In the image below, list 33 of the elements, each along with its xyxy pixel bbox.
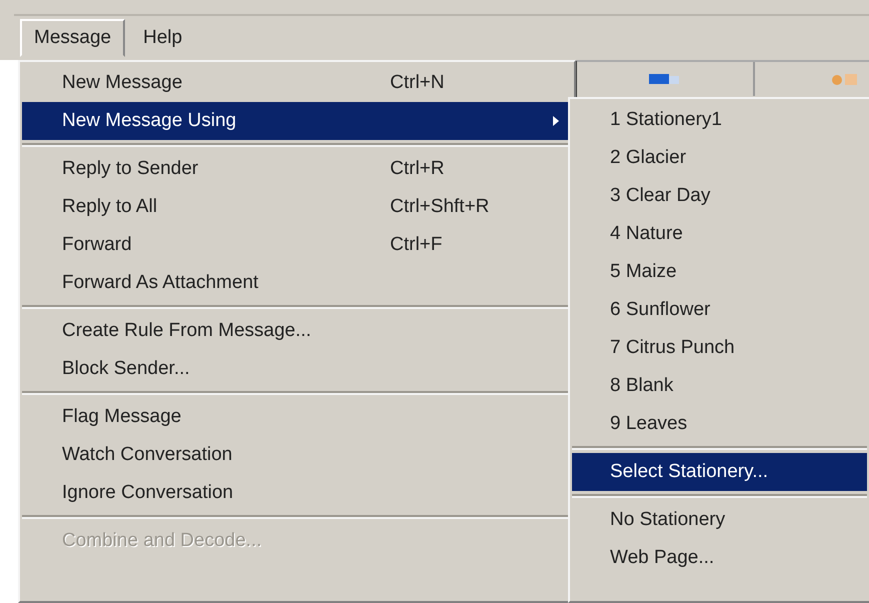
menu-item[interactable]: New Message Ctrl+N	[22, 64, 572, 102]
menu-item-label: New Message Using	[62, 108, 238, 133]
menu-item[interactable]: Ignore Conversation	[22, 474, 572, 512]
shortcut-label: Ctrl+R	[390, 156, 446, 181]
menu-item[interactable]: Watch Conversation	[22, 436, 572, 474]
menu-item[interactable]: 4 Nature	[572, 215, 867, 253]
menu-item[interactable]: Web Page...	[572, 539, 867, 577]
menu-item[interactable]: 7 Citrus Punch	[572, 329, 867, 367]
menu-item[interactable]: Reply to Sender Ctrl+R	[22, 150, 572, 188]
shortcut-label: Ctrl+F	[390, 232, 444, 257]
shortcut-label: Ctrl+N	[390, 70, 446, 95]
menu-item[interactable]: 3 Clear Day	[572, 177, 867, 215]
menu-item[interactable]: Forward As Attachment	[22, 264, 572, 302]
menu-item[interactable]: No Stationery	[572, 501, 867, 539]
menu-item[interactable]: 6 Sunflower	[572, 291, 867, 329]
menu-item-label: New Message	[62, 70, 184, 95]
menu-item[interactable]: Reply to All Ctrl+Shft+R	[22, 188, 572, 226]
menu-item[interactable]: Forward Ctrl+F	[22, 226, 572, 264]
menu-item[interactable]: 9 Leaves	[572, 405, 867, 443]
menu-bar-item[interactable]: Message	[20, 18, 126, 58]
menu-item[interactable]: Flag Message	[22, 398, 572, 436]
menu-item-label: Forward	[62, 232, 133, 257]
menu-bar-item[interactable]: Help	[129, 18, 196, 58]
menu-item-label: Reply to All	[62, 194, 158, 219]
menu-item[interactable]: 1 Stationery1	[572, 101, 867, 139]
menu-item[interactable]: 5 Maize	[572, 253, 867, 291]
menu-item[interactable]: Block Sender...	[22, 350, 572, 388]
menu-item[interactable]: Create Rule From Message...	[22, 312, 572, 350]
menu-item[interactable]: 8 Blank	[572, 367, 867, 405]
menu-item[interactable]: 2 Glacier	[572, 139, 867, 177]
menu-item-label: Reply to Sender	[62, 156, 200, 181]
shortcut-label: Ctrl+Shft+R	[390, 194, 490, 219]
menu-item[interactable]: Select Stationery...	[572, 453, 867, 491]
